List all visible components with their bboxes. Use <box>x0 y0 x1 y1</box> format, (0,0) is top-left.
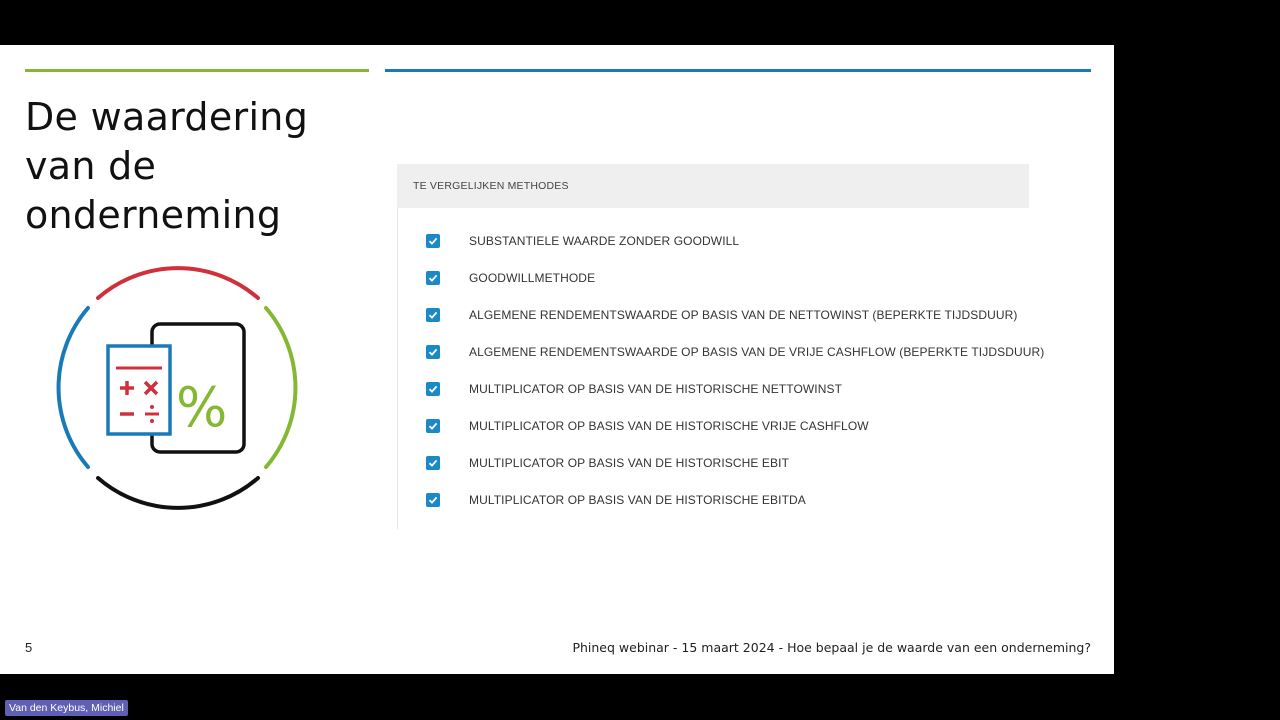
method-item[interactable]: MULTIPLICATOR OP BASIS VAN DE HISTORISCH… <box>397 370 1029 407</box>
checkbox-checked-icon[interactable] <box>426 344 440 359</box>
checkbox-checked-icon[interactable] <box>426 492 440 507</box>
method-item[interactable]: SUBSTANTIELE WAARDE ZONDER GOODWILL <box>397 222 1029 259</box>
content-accent-rule <box>385 69 1091 72</box>
method-item[interactable]: ALGEMENE RENDEMENTSWAARDE OP BASIS VAN D… <box>397 333 1044 370</box>
method-label: SUBSTANTIELE WAARDE ZONDER GOODWILL <box>469 233 740 248</box>
method-label: ALGEMENE RENDEMENTSWAARDE OP BASIS VAN D… <box>469 344 1045 359</box>
calculator-percentage-icon: % <box>48 260 308 520</box>
method-item[interactable]: MULTIPLICATOR OP BASIS VAN DE HISTORISCH… <box>397 444 1029 481</box>
percent-glyph: % <box>176 376 227 439</box>
method-label: ALGEMENE RENDEMENTSWAARDE OP BASIS VAN D… <box>469 307 1018 322</box>
method-label: MULTIPLICATOR OP BASIS VAN DE HISTORISCH… <box>469 381 843 396</box>
checkbox-checked-icon[interactable] <box>426 418 440 433</box>
checkbox-checked-icon[interactable] <box>426 455 440 470</box>
slide-title-line: onderneming <box>25 193 282 237</box>
title-accent-rule <box>25 69 369 72</box>
presentation-slide: De waardering van de onderneming % TE VE… <box>0 45 1114 674</box>
checkbox-checked-icon[interactable] <box>426 270 440 285</box>
checkbox-checked-icon[interactable] <box>426 233 440 248</box>
method-label: MULTIPLICATOR OP BASIS VAN DE HISTORISCH… <box>469 455 790 470</box>
method-item[interactable]: MULTIPLICATOR OP BASIS VAN DE HISTORISCH… <box>397 407 1029 444</box>
page-number: 5 <box>25 640 33 655</box>
method-label: MULTIPLICATOR OP BASIS VAN DE HISTORISCH… <box>469 418 869 433</box>
slide-footer: Phineq webinar - 15 maart 2024 - Hoe bep… <box>572 640 1091 655</box>
methods-panel-header: TE VERGELIJKEN METHODES <box>397 164 1029 208</box>
method-label: GOODWILLMETHODE <box>469 270 596 285</box>
slide-title-line: van de <box>25 144 157 188</box>
checkbox-checked-icon[interactable] <box>426 381 440 396</box>
slide-title-line: De waardering <box>25 95 309 139</box>
method-item[interactable]: GOODWILLMETHODE <box>397 259 1029 296</box>
methods-list: SUBSTANTIELE WAARDE ZONDER GOODWILL GOOD… <box>397 222 1044 518</box>
method-item[interactable]: MULTIPLICATOR OP BASIS VAN DE HISTORISCH… <box>397 481 1029 518</box>
method-label: MULTIPLICATOR OP BASIS VAN DE HISTORISCH… <box>469 492 806 507</box>
checkbox-checked-icon[interactable] <box>426 307 440 322</box>
participant-name-tag: Van den Keybus, Michiel <box>5 700 128 716</box>
slide-title: De waardering van de onderneming <box>25 93 365 240</box>
method-item[interactable]: ALGEMENE RENDEMENTSWAARDE OP BASIS VAN D… <box>397 296 1029 333</box>
methods-panel: TE VERGELIJKEN METHODES SUBSTANTIELE WAA… <box>397 164 1044 529</box>
